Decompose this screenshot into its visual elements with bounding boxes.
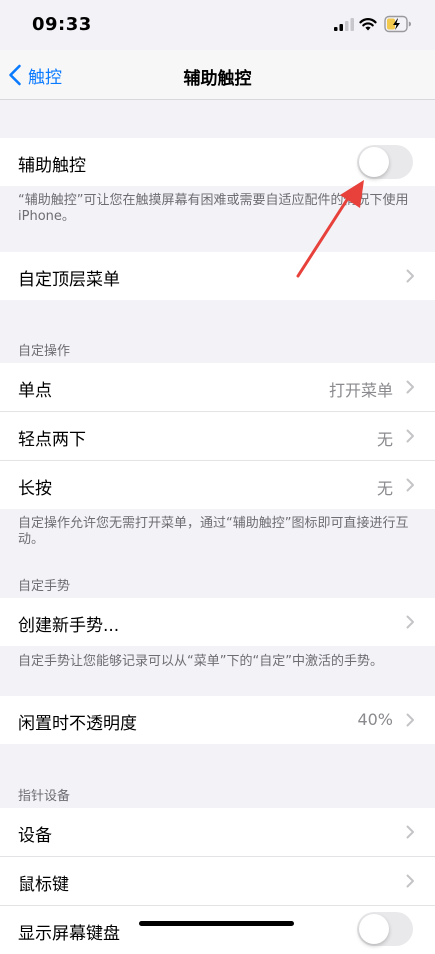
show-onscreen-keyboard-row: 显示屏幕键盘 [0, 906, 435, 954]
idle-opacity-value: 40% [357, 710, 393, 729]
single-tap-row[interactable]: 单点 打开菜单 [0, 363, 435, 412]
idle-opacity-row[interactable]: 闲置时不透明度 40% [0, 696, 435, 744]
mouse-keys-row[interactable]: 鼠标键 [0, 857, 435, 906]
cellular-signal-icon [334, 18, 354, 31]
custom-actions-footnote: 自定操作允许您无需打开菜单，通过“辅助触控”图标即可直接进行互动。 [18, 516, 409, 547]
assistive-touch-toggle[interactable] [357, 145, 413, 179]
mouse-keys-label: 鼠标键 [18, 875, 69, 895]
toggle-knob [359, 914, 389, 944]
battery-charging-icon [384, 15, 411, 33]
long-press-label: 长按 [18, 479, 52, 499]
long-press-row[interactable]: 长按 无 [0, 461, 435, 509]
customize-top-menu-label: 自定顶层菜单 [18, 270, 120, 290]
home-indicator[interactable] [139, 921, 294, 926]
devices-row[interactable]: 设备 [0, 808, 435, 857]
chevron-right-icon [406, 825, 414, 839]
single-tap-label: 单点 [18, 381, 52, 401]
chevron-right-icon [406, 429, 414, 443]
chevron-right-icon [406, 615, 414, 629]
chevron-right-icon [406, 713, 414, 727]
custom-gestures-footnote: 自定手势让您能够记录可以从“菜单”下的“自定”中激活的手势。 [18, 654, 383, 669]
pointer-devices-header: 指针设备 [18, 789, 71, 804]
single-tap-value: 打开菜单 [328, 381, 393, 400]
assistive-touch-label: 辅助触控 [18, 156, 86, 176]
toggle-knob [359, 147, 389, 177]
chevron-right-icon [406, 478, 414, 492]
custom-actions-group: 单点 打开菜单 轻点两下 无 长按 无 [0, 363, 435, 509]
create-gesture-row[interactable]: 创建新手势... [0, 598, 435, 646]
create-gesture-label: 创建新手势... [18, 616, 120, 636]
show-onscreen-keyboard-toggle[interactable] [357, 912, 413, 946]
chevron-right-icon [406, 269, 414, 283]
custom-gestures-header: 自定手势 [18, 579, 71, 594]
status-bar: 09:33 [0, 0, 435, 50]
double-tap-label: 轻点两下 [18, 430, 86, 450]
idle-opacity-label: 闲置时不透明度 [18, 714, 137, 734]
show-onscreen-keyboard-label: 显示屏幕键盘 [18, 924, 120, 944]
red-arrow-annotation-icon [296, 180, 364, 278]
idle-opacity-group: 闲置时不透明度 40% [0, 696, 435, 744]
double-tap-value: 无 [376, 430, 393, 449]
custom-actions-header: 自定操作 [18, 344, 71, 359]
pointer-devices-group: 设备 鼠标键 显示屏幕键盘 [0, 808, 435, 954]
custom-gestures-group: 创建新手势... [0, 598, 435, 646]
chevron-right-icon [406, 380, 414, 394]
status-time: 09:33 [32, 14, 92, 35]
chevron-right-icon [406, 874, 414, 888]
page-title: 辅助触控 [183, 69, 252, 89]
long-press-value: 无 [376, 479, 393, 498]
devices-label: 设备 [18, 826, 52, 846]
navigation-bar: 触控 辅助触控 [0, 50, 435, 100]
wifi-icon [359, 18, 377, 31]
double-tap-row[interactable]: 轻点两下 无 [0, 412, 435, 461]
